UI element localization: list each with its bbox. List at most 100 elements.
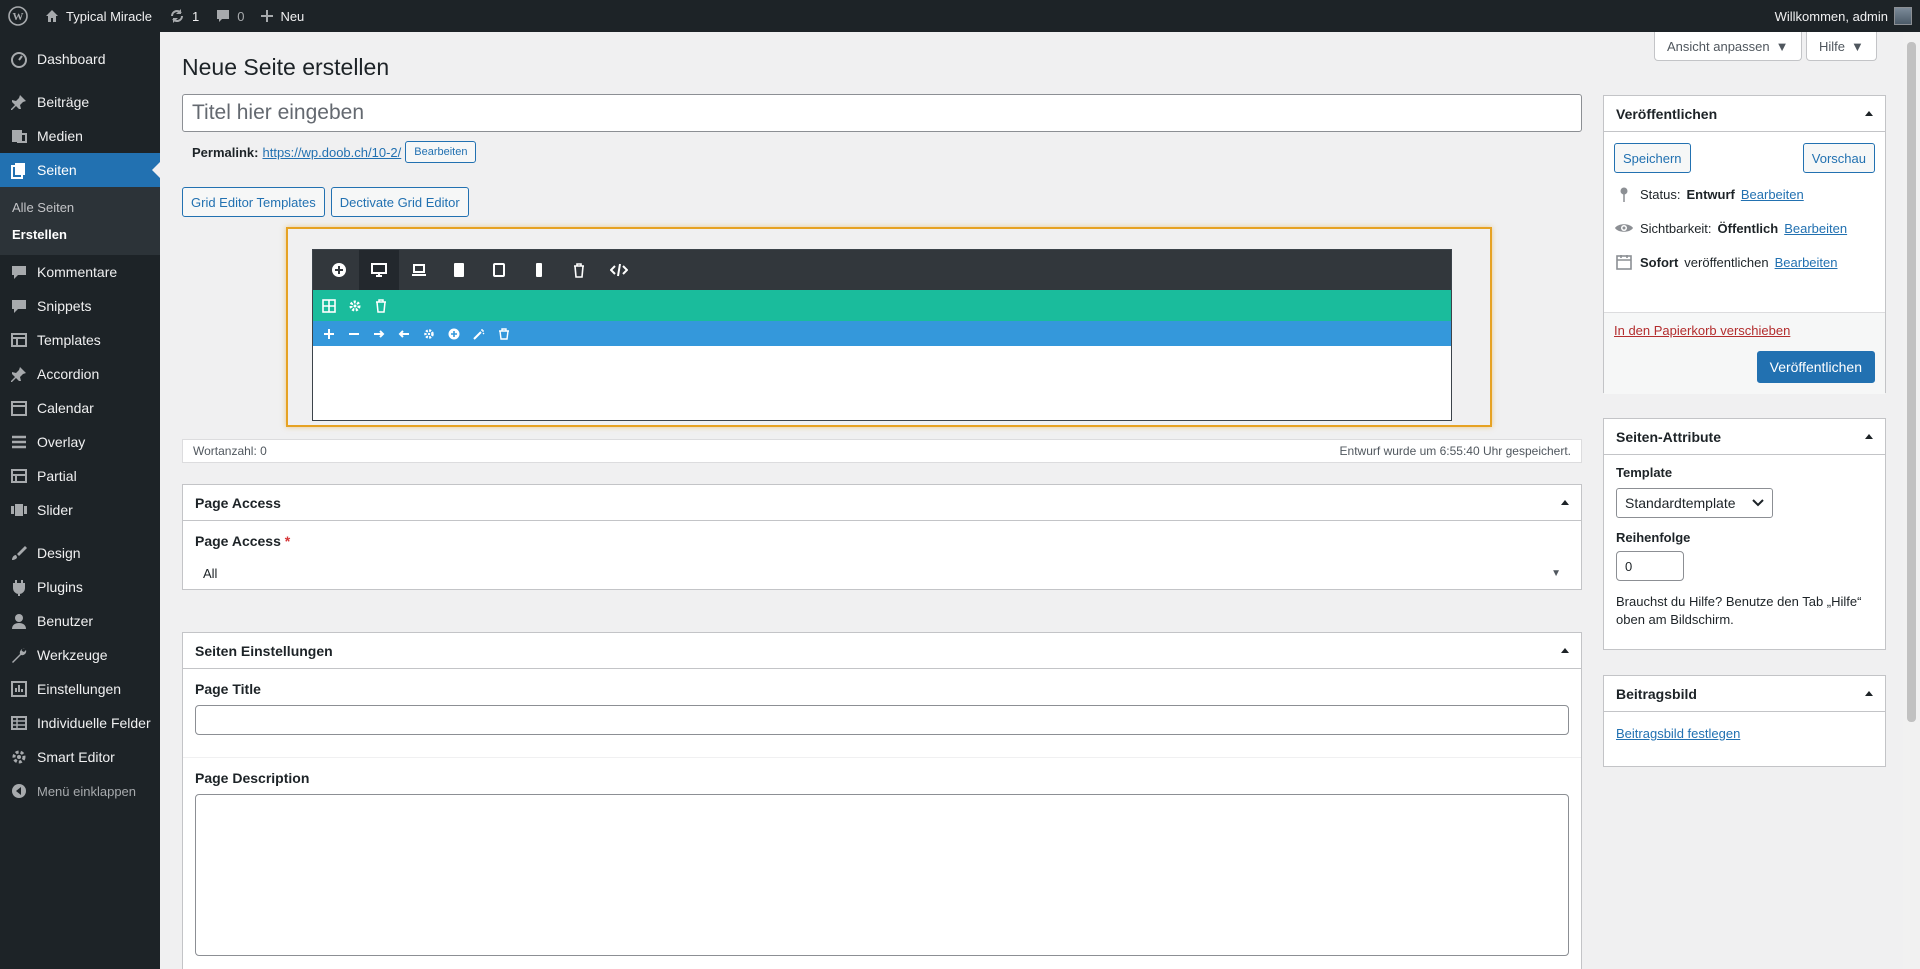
code-icon[interactable] xyxy=(599,250,639,290)
required-asterisk: * xyxy=(284,533,291,549)
page-access-header[interactable]: Page Access xyxy=(183,485,1581,521)
collapse-caret-icon[interactable] xyxy=(1561,648,1569,653)
page-access-select[interactable]: All ▼ xyxy=(195,557,1569,589)
menu-dashboard[interactable]: Dashboard xyxy=(0,42,160,76)
col-arrow-left-icon[interactable] xyxy=(394,324,414,344)
page-scrollbar[interactable] xyxy=(1903,32,1920,969)
col-magic-wand-icon[interactable] xyxy=(469,324,489,344)
site-name-link[interactable]: Typical Miracle xyxy=(36,0,160,32)
add-row-icon[interactable] xyxy=(319,250,359,290)
screen-options-button[interactable]: Ansicht anpassen ▼ xyxy=(1654,32,1802,61)
menu-einstellungen[interactable]: Einstellungen xyxy=(0,672,160,706)
plugin-icon xyxy=(9,577,29,597)
help-button[interactable]: Hilfe ▼ xyxy=(1806,32,1877,61)
collapse-menu-button[interactable]: Menü einklappen xyxy=(0,774,160,808)
tablet-landscape-view-icon[interactable] xyxy=(479,250,519,290)
menu-beitraege[interactable]: Beiträge xyxy=(0,85,160,119)
row-layout-icon[interactable] xyxy=(319,296,339,316)
deactivate-grid-editor-button[interactable]: Dectivate Grid Editor xyxy=(330,187,469,217)
slider-icon xyxy=(9,500,29,520)
comments-link[interactable]: 0 xyxy=(207,0,252,32)
grid-editor-templates-button[interactable]: Grid Editor Templates xyxy=(182,187,325,217)
permalink-link[interactable]: https://wp.doob.ch/10-2/ xyxy=(262,145,401,160)
refresh-icon xyxy=(168,7,186,25)
phone-view-icon[interactable] xyxy=(519,250,559,290)
col-trash-icon[interactable] xyxy=(494,324,514,344)
grid-editor-buttons: Grid Editor Templates Dectivate Grid Edi… xyxy=(182,187,469,217)
col-arrow-right-icon[interactable] xyxy=(369,324,389,344)
move-to-trash-link[interactable]: In den Papierkorb verschieben xyxy=(1614,323,1790,338)
publish-header[interactable]: Veröffentlichen xyxy=(1604,96,1885,132)
menu-werkzeuge[interactable]: Werkzeuge xyxy=(0,638,160,672)
save-draft-button[interactable]: Speichern xyxy=(1614,143,1691,173)
collapse-caret-icon[interactable] xyxy=(1561,500,1569,505)
gear-icon xyxy=(9,747,29,767)
menu-smart-editor[interactable]: Smart Editor xyxy=(0,740,160,774)
order-input[interactable]: 0 xyxy=(1616,551,1684,581)
seiten-einstellungen-header[interactable]: Seiten Einstellungen xyxy=(183,633,1581,669)
page-access-label: Page Access xyxy=(195,533,281,549)
menu-templates[interactable]: Templates xyxy=(0,323,160,357)
pin-icon xyxy=(9,92,29,112)
menu-seiten[interactable]: Seiten xyxy=(0,153,160,187)
comment-bubble-icon xyxy=(215,8,231,24)
eye-icon xyxy=(1614,218,1634,238)
permalink-edit-button[interactable]: Bearbeiten xyxy=(405,141,477,163)
menu-individuelle-felder[interactable]: Individuelle Felder xyxy=(0,706,160,740)
page-description-label: Page Description xyxy=(195,770,310,786)
edit-schedule-link[interactable]: Bearbeiten xyxy=(1775,255,1838,270)
edit-visibility-link[interactable]: Bearbeiten xyxy=(1784,221,1847,236)
dashboard-icon xyxy=(9,49,29,69)
menu-medien[interactable]: Medien xyxy=(0,119,160,153)
editor-status-bar: Wortanzahl: 0 Entwurf wurde um 6:55:40 U… xyxy=(182,439,1582,463)
menu-accordion[interactable]: Accordion xyxy=(0,357,160,391)
col-minus-icon[interactable] xyxy=(344,324,364,344)
page-description-textarea[interactable] xyxy=(195,794,1569,956)
tablet-view-icon[interactable] xyxy=(439,250,479,290)
wordpress-logo-icon[interactable]: W xyxy=(0,0,36,32)
menu-plugins[interactable]: Plugins xyxy=(0,570,160,604)
fields-icon xyxy=(9,713,29,733)
menu-snippets[interactable]: Snippets xyxy=(0,289,160,323)
row-trash-icon[interactable] xyxy=(371,296,391,316)
featured-image-header[interactable]: Beitragsbild xyxy=(1604,676,1885,712)
page-title-input[interactable] xyxy=(195,705,1569,735)
edit-status-link[interactable]: Bearbeiten xyxy=(1741,187,1804,202)
title-input[interactable]: Titel hier eingeben xyxy=(182,94,1582,132)
collapse-caret-icon[interactable] xyxy=(1865,434,1873,439)
set-featured-image-link[interactable]: Beitragsbild festlegen xyxy=(1616,726,1740,741)
submenu-alle-seiten[interactable]: Alle Seiten xyxy=(0,194,160,221)
updates-link[interactable]: 1 xyxy=(160,0,207,32)
menu-overlay[interactable]: Overlay xyxy=(0,425,160,459)
menu-calendar[interactable]: Calendar xyxy=(0,391,160,425)
menu-kommentare[interactable]: Kommentare xyxy=(0,255,160,289)
brush-icon xyxy=(9,543,29,563)
col-add-circle-icon[interactable] xyxy=(444,324,464,344)
status-row: Status: Entwurf Bearbeiten xyxy=(1614,177,1875,211)
page-attributes-header[interactable]: Seiten-Attribute xyxy=(1604,419,1885,455)
trash-icon[interactable] xyxy=(559,250,599,290)
menu-slider[interactable]: Slider xyxy=(0,493,160,527)
col-plus-icon[interactable] xyxy=(319,324,339,344)
scrollbar-thumb[interactable] xyxy=(1907,42,1916,722)
menu-partial[interactable]: Partial xyxy=(0,459,160,493)
page-attributes-box: Seiten-Attribute Template Standardtempla… xyxy=(1603,418,1886,650)
calendar-icon xyxy=(9,398,29,418)
menu-design[interactable]: Design xyxy=(0,536,160,570)
my-account-link[interactable]: Willkommen, admin xyxy=(1767,0,1920,32)
preview-button[interactable]: Vorschau xyxy=(1802,143,1875,173)
submenu-erstellen[interactable]: Erstellen xyxy=(0,221,160,248)
grid-row-toolbar xyxy=(313,290,1451,321)
desktop-view-icon[interactable] xyxy=(359,250,399,290)
row-settings-gear-icon[interactable] xyxy=(345,296,365,316)
template-select[interactable]: Standardtemplate xyxy=(1616,488,1773,518)
collapse-caret-icon[interactable] xyxy=(1865,111,1873,116)
new-content-link[interactable]: Neu xyxy=(252,0,312,32)
col-settings-gear-icon[interactable] xyxy=(419,324,439,344)
pages-icon xyxy=(9,160,29,180)
collapse-caret-icon[interactable] xyxy=(1865,691,1873,696)
settings-icon xyxy=(9,679,29,699)
menu-benutzer[interactable]: Benutzer xyxy=(0,604,160,638)
laptop-view-icon[interactable] xyxy=(399,250,439,290)
publish-button[interactable]: Veröffentlichen xyxy=(1756,351,1875,383)
